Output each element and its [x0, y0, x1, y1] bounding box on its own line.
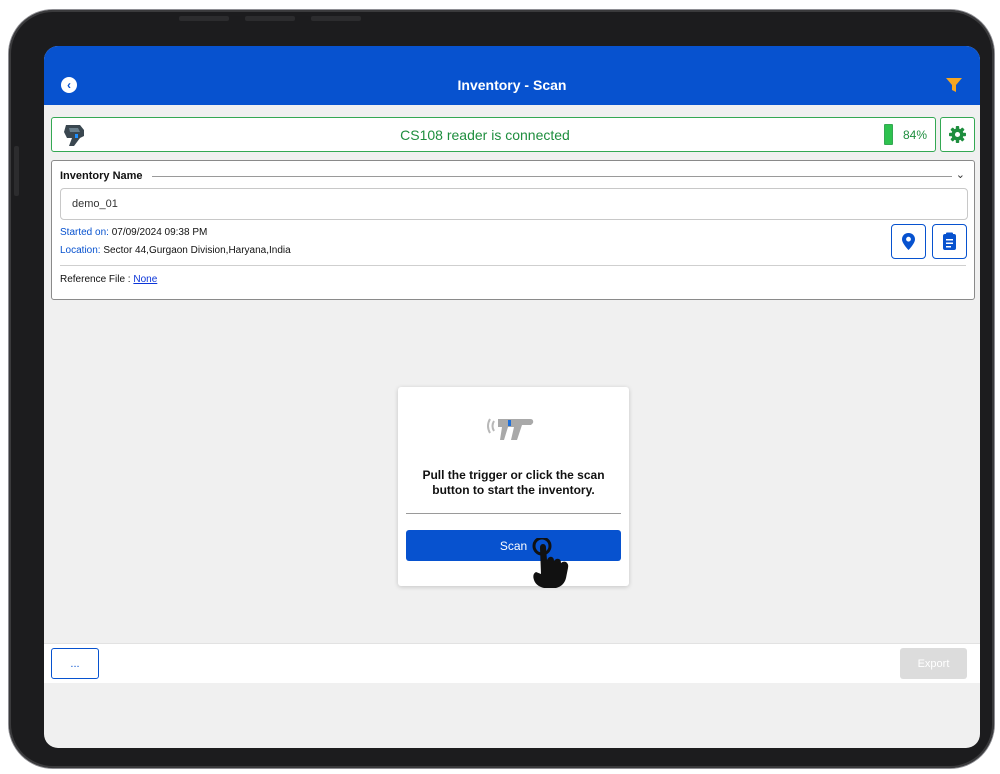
divider — [60, 265, 966, 266]
scan-instruction-text: Pull the trigger or click the scan butto… — [422, 468, 605, 497]
chevron-down-icon[interactable]: ⌄ — [956, 168, 965, 181]
scan-button[interactable]: Scan — [406, 530, 621, 561]
divider — [406, 513, 621, 514]
side-button — [14, 146, 19, 196]
started-on-label: Started on: — [60, 227, 109, 238]
page-title: Inventory - Scan — [457, 77, 567, 93]
bottom-action-bar: ... Export — [44, 643, 980, 683]
location-label: Location: — [60, 245, 101, 256]
started-on-value: 07/09/2024 09:38 PM — [111, 227, 208, 238]
battery-percentage: 84% — [903, 128, 928, 142]
divider — [152, 176, 952, 177]
volume-button — [179, 16, 229, 21]
more-options-button[interactable]: ... — [51, 648, 99, 679]
reference-file-link[interactable]: None — [133, 274, 157, 285]
filter-icon[interactable] — [945, 76, 963, 94]
reference-file-label: Reference File : — [60, 274, 131, 285]
pointing-hand-icon — [532, 538, 569, 588]
volume-button — [245, 16, 295, 21]
inventory-details-card: Inventory Name ⌄ Started on: 07/09/2024 … — [51, 160, 975, 300]
reader-status-text: CS108 reader is connected — [400, 127, 570, 143]
battery-icon — [884, 124, 893, 145]
location-button[interactable] — [891, 224, 926, 259]
power-button — [311, 16, 361, 21]
location-row: Location: Sector 44,Gurgaon Division,Har… — [60, 245, 291, 256]
clipboard-icon — [943, 232, 956, 250]
app-header: ‹ Inventory - Scan — [44, 46, 980, 105]
gear-icon — [949, 126, 966, 143]
scanner-gun-icon — [487, 418, 534, 440]
scan-prompt-card: Pull the trigger or click the scan butto… — [398, 387, 629, 586]
reference-file-row: Reference File : None — [60, 274, 157, 285]
reader-settings-button[interactable] — [940, 117, 975, 152]
location-value: Sector 44,Gurgaon Division,Haryana,India — [103, 245, 291, 256]
started-on-row: Started on: 07/09/2024 09:38 PM — [60, 227, 207, 238]
inventory-name-label: Inventory Name — [60, 170, 143, 182]
notes-button[interactable] — [932, 224, 967, 259]
map-pin-icon — [902, 233, 915, 250]
app-screen: ‹ Inventory - Scan CS108 reader is conne… — [44, 46, 980, 748]
export-button[interactable]: Export — [900, 648, 967, 679]
reader-status-bar: CS108 reader is connected 84% — [51, 117, 936, 152]
inventory-name-input[interactable] — [60, 188, 968, 220]
tablet-frame: ‹ Inventory - Scan CS108 reader is conne… — [9, 10, 994, 768]
